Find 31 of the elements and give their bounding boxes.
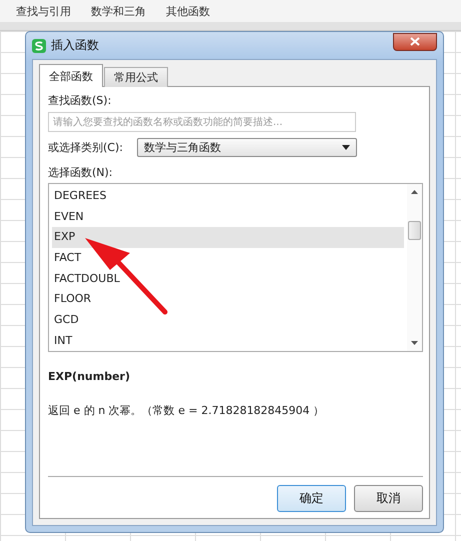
tab[interactable]: 全部函数 — [39, 64, 103, 87]
category-label: 或选择类别(C): — [48, 140, 124, 155]
function-item[interactable]: INT — [52, 330, 404, 352]
function-list-label: 选择函数(N): — [48, 165, 114, 180]
dropdown-caret-icon — [342, 145, 350, 150]
function-item[interactable]: FACTDOUBL — [52, 268, 404, 290]
close-icon — [410, 37, 420, 46]
app-icon — [32, 38, 46, 52]
function-item[interactable]: FLOOR — [52, 289, 404, 310]
function-item[interactable]: DEGREES — [52, 186, 404, 207]
window-title: 插入函数 — [51, 37, 100, 54]
ribbon-button[interactable]: 其他函数 — [164, 4, 212, 18]
close-button[interactable] — [393, 32, 437, 50]
search-label: 查找函数(S): — [48, 93, 112, 108]
scroll-thumb[interactable] — [408, 221, 421, 240]
search-field[interactable]: 请输入您要查找的函数名称或函数功能的简要描述... — [48, 112, 356, 132]
function-item[interactable]: EXP — [52, 227, 404, 248]
scroll-up-icon[interactable] — [411, 190, 418, 194]
scrollbar[interactable] — [407, 184, 422, 351]
function-description: 返回 e 的 n 次幂。（常数 e = 2.71828182845904 ） — [48, 403, 326, 418]
scroll-down-icon[interactable] — [411, 341, 418, 345]
function-signature: EXP(number) — [48, 370, 131, 383]
tab[interactable]: 常用公式 — [104, 67, 168, 87]
function-item[interactable]: EVEN — [52, 206, 404, 228]
dialog-button[interactable]: 取消 — [354, 485, 423, 512]
category-dropdown[interactable]: 数学与三角函数 — [137, 138, 357, 157]
function-item[interactable]: FACT — [52, 248, 404, 269]
function-item[interactable]: GCD — [52, 310, 404, 331]
ribbon-button[interactable]: 数学和三角 — [89, 4, 148, 18]
ribbon-button[interactable]: 查找与引用 — [14, 4, 73, 18]
dialog-button[interactable]: 确定 — [277, 485, 346, 512]
